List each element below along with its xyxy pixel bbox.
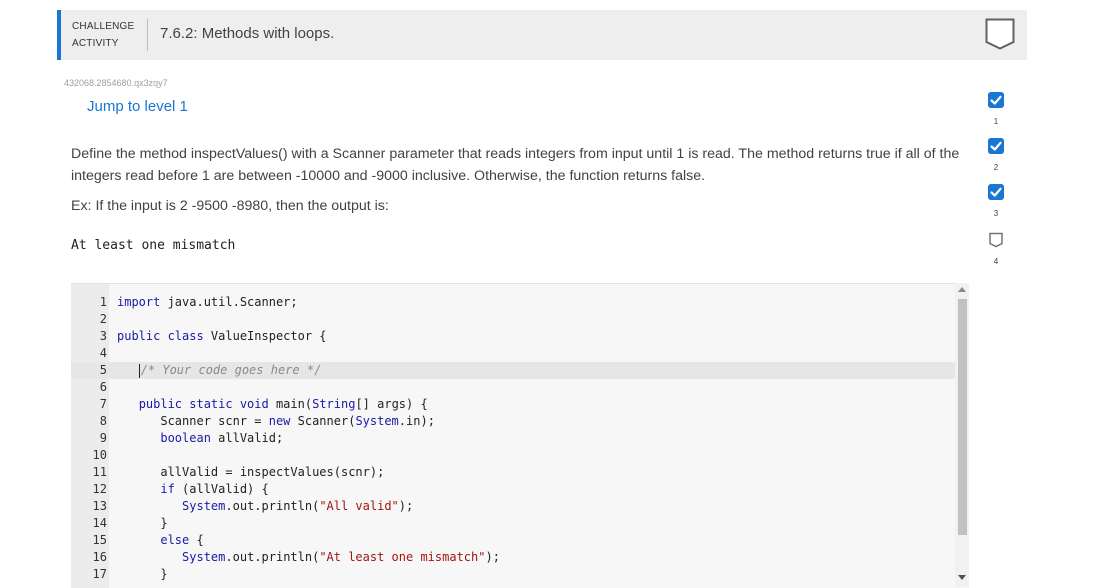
challenge-header: CHALLENGE ACTIVITY 7.6.2: Methods with l… bbox=[57, 10, 1027, 60]
code-line[interactable]: 12 if (allValid) { bbox=[71, 481, 955, 498]
jump-to-level-link[interactable]: Jump to level 1 bbox=[87, 98, 188, 115]
code-line[interactable]: 3 public class ValueInspector { bbox=[71, 328, 955, 345]
level-complete-check-icon bbox=[988, 138, 1004, 154]
code-line-active[interactable]: 5 /* Your code goes here */ bbox=[71, 362, 955, 379]
text-cursor bbox=[138, 363, 140, 378]
code-line[interactable]: 2 bbox=[71, 311, 955, 328]
activity-serial: 432068.2854680.qx3zqy7 bbox=[64, 78, 168, 88]
line-number: 3 bbox=[99, 329, 107, 343]
code-line[interactable]: 11 allValid = inspectValues(scnr); bbox=[71, 464, 955, 481]
level-complete-check-icon bbox=[988, 92, 1004, 108]
line-number: 8 bbox=[99, 414, 107, 428]
header-divider bbox=[147, 19, 148, 51]
code-line[interactable]: 16 System.out.println("At least one mism… bbox=[71, 549, 955, 566]
level-indicator-1[interactable]: 1 bbox=[988, 92, 1006, 126]
line-number: 2 bbox=[99, 312, 107, 326]
completion-checkbox-icon bbox=[985, 18, 1015, 50]
level-indicator-4[interactable]: 4 bbox=[988, 232, 1006, 266]
level-indicator-3[interactable]: 3 bbox=[988, 184, 1006, 218]
code-line[interactable]: 9 boolean allValid; bbox=[71, 430, 955, 447]
code-editor[interactable]: 1 import java.util.Scanner; 2 3 public cla… bbox=[71, 283, 969, 588]
challenge-card: CHALLENGE ACTIVITY 7.6.2: Methods with l… bbox=[57, 10, 1027, 588]
line-number: 13 bbox=[92, 499, 107, 513]
scrollbar-thumb[interactable] bbox=[958, 299, 967, 535]
scroll-up-arrow-icon[interactable] bbox=[958, 287, 966, 292]
level-number: 2 bbox=[993, 163, 999, 172]
line-number: 17 bbox=[92, 567, 107, 581]
level-number: 4 bbox=[993, 257, 999, 266]
line-number: 1 bbox=[99, 295, 107, 309]
activity-title: 7.6.2: Methods with loops. bbox=[160, 25, 335, 42]
code-line[interactable]: 17 } bbox=[71, 566, 955, 583]
code-line[interactable]: 6 bbox=[71, 379, 955, 396]
line-number: 11 bbox=[92, 465, 107, 479]
problem-description: Define the method inspectValues() with a… bbox=[71, 146, 960, 184]
scroll-down-arrow-icon[interactable] bbox=[958, 575, 966, 580]
challenge-activity-label: CHALLENGE ACTIVITY bbox=[72, 18, 134, 52]
line-number: 4 bbox=[99, 346, 107, 360]
expected-output: At least one mismatch bbox=[71, 238, 236, 253]
line-number: 5 bbox=[99, 363, 107, 377]
line-number: 10 bbox=[92, 448, 107, 462]
code-line[interactable]: 15 else { bbox=[71, 532, 955, 549]
line-number: 7 bbox=[99, 397, 107, 411]
challenge-label-line2: ACTIVITY bbox=[72, 38, 119, 49]
example-text: Ex: If the input is 2 -9500 -8980, then … bbox=[71, 198, 389, 214]
code-line[interactable]: 13 System.out.println("All valid"); bbox=[71, 498, 955, 515]
level-indicator-2[interactable]: 2 bbox=[988, 138, 1006, 172]
code-line[interactable]: 14 } bbox=[71, 515, 955, 532]
level-complete-check-icon bbox=[988, 184, 1004, 200]
code-line[interactable]: 10 bbox=[71, 447, 955, 464]
code-line[interactable]: 4 bbox=[71, 345, 955, 362]
line-number: 16 bbox=[92, 550, 107, 564]
level-incomplete-icon bbox=[989, 232, 1003, 248]
line-number: 12 bbox=[92, 482, 107, 496]
line-number: 9 bbox=[99, 431, 107, 445]
level-number: 1 bbox=[993, 117, 999, 126]
level-number: 3 bbox=[993, 209, 999, 218]
editor-scrollbar[interactable] bbox=[955, 283, 969, 587]
challenge-label-line1: CHALLENGE bbox=[72, 21, 135, 32]
code-line[interactable]: 7 public static void main(String[] args)… bbox=[71, 396, 955, 413]
line-number: 15 bbox=[92, 533, 107, 547]
header-accent-bar bbox=[57, 10, 61, 60]
code-line[interactable]: 1 import java.util.Scanner; bbox=[71, 294, 955, 311]
code-line[interactable]: 8 Scanner scnr = new Scanner(System.in); bbox=[71, 413, 955, 430]
line-number: 14 bbox=[92, 516, 107, 530]
line-number: 6 bbox=[99, 380, 107, 394]
